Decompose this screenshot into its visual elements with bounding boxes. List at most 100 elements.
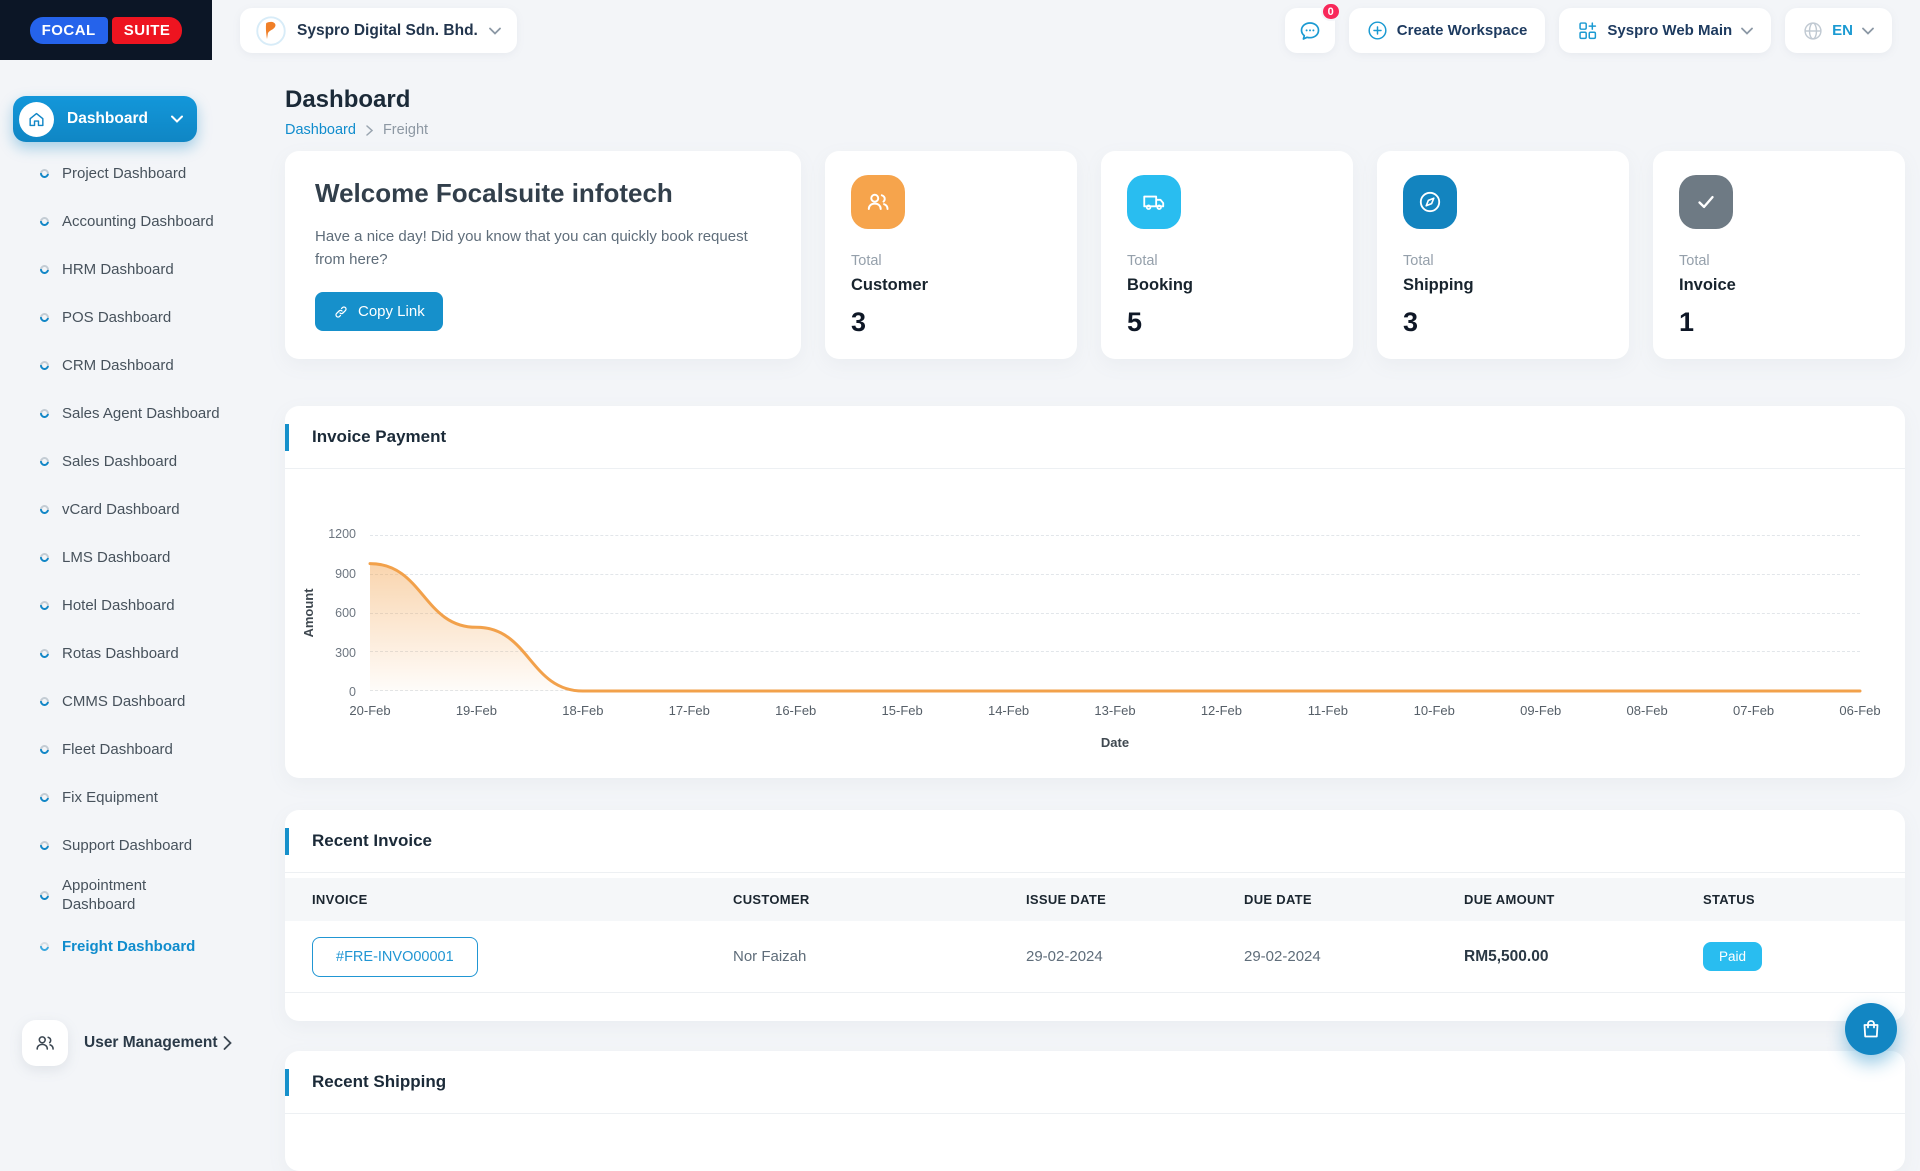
section-accent-bar bbox=[285, 424, 289, 451]
x-tick-label: 18-Feb bbox=[562, 703, 603, 718]
y-tick-label: 600 bbox=[335, 606, 356, 620]
breadcrumb: Dashboard Freight bbox=[285, 122, 1905, 138]
welcome-title: Welcome Focalsuite infotech bbox=[315, 178, 771, 209]
sidebar-item-hotel-dashboard[interactable]: Hotel Dashboard bbox=[0, 581, 258, 629]
recent-shipping-card: Recent Shipping bbox=[285, 1051, 1905, 1171]
breadcrumb-dashboard-link[interactable]: Dashboard bbox=[285, 122, 356, 138]
invoice-payment-card: Invoice Payment 12009006003000 Amount 20… bbox=[285, 406, 1905, 778]
sidebar-item-sales-agent-dashboard[interactable]: Sales Agent Dashboard bbox=[0, 389, 258, 437]
sidebar-item-appointment-dashboard[interactable]: Appointment Dashboard bbox=[0, 869, 258, 923]
main-content: Dashboard Dashboard Freight Welcome Foca… bbox=[285, 60, 1905, 1171]
shopping-bag-fab-button[interactable] bbox=[1845, 1003, 1897, 1055]
workspace-menu-label: Syspro Web Main bbox=[1607, 22, 1732, 39]
sidebar-item-label: Hotel Dashboard bbox=[62, 597, 175, 614]
stat-card-invoice: Total Invoice 1 bbox=[1653, 151, 1905, 359]
stat-prefix: Total bbox=[1679, 253, 1879, 269]
column-header-due-amount: DUE AMOUNT bbox=[1464, 892, 1703, 907]
language-label: EN bbox=[1832, 22, 1853, 39]
sidebar-item-label: CMMS Dashboard bbox=[62, 693, 185, 710]
sidebar-item-project-dashboard[interactable]: Project Dashboard bbox=[0, 149, 258, 197]
recent-invoice-card: Recent Invoice INVOICECUSTOMERISSUE DATE… bbox=[285, 810, 1905, 1021]
copy-link-button[interactable]: Copy Link bbox=[315, 292, 443, 331]
x-tick-label: 07-Feb bbox=[1733, 703, 1774, 718]
stat-value: 5 bbox=[1127, 307, 1327, 338]
workspace-menu-dropdown[interactable]: Syspro Web Main bbox=[1559, 8, 1771, 53]
sidebar-item-accounting-dashboard[interactable]: Accounting Dashboard bbox=[0, 197, 258, 245]
sidebar-item-lms-dashboard[interactable]: LMS Dashboard bbox=[0, 533, 258, 581]
sidebar-item-label: Fleet Dashboard bbox=[62, 741, 173, 758]
column-header-status: STATUS bbox=[1703, 892, 1905, 907]
sidebar-item-label: LMS Dashboard bbox=[62, 549, 170, 566]
x-tick-label: 19-Feb bbox=[456, 703, 497, 718]
sidebar-item-label: POS Dashboard bbox=[62, 309, 171, 326]
bullet-icon bbox=[38, 743, 51, 756]
bullet-icon bbox=[38, 940, 51, 953]
invoice-number-link[interactable]: #FRE-INVO00001 bbox=[312, 937, 478, 977]
bullet-icon bbox=[38, 647, 51, 660]
app-logo: FOCAL SUITE bbox=[0, 0, 212, 60]
x-tick-label: 15-Feb bbox=[882, 703, 923, 718]
sidebar-item-fleet-dashboard[interactable]: Fleet Dashboard bbox=[0, 725, 258, 773]
sidebar-item-label: HRM Dashboard bbox=[62, 261, 174, 278]
x-tick-label: 17-Feb bbox=[669, 703, 710, 718]
sidebar-item-support-dashboard[interactable]: Support Dashboard bbox=[0, 821, 258, 869]
chevron-down-icon bbox=[171, 115, 183, 123]
messages-count-badge: 0 bbox=[1321, 2, 1341, 21]
sidebar-item-crm-dashboard[interactable]: CRM Dashboard bbox=[0, 341, 258, 389]
stat-prefix: Total bbox=[1127, 253, 1327, 269]
sidebar-item-label: Rotas Dashboard bbox=[62, 645, 179, 662]
x-tick-label: 09-Feb bbox=[1520, 703, 1561, 718]
stat-label: Shipping bbox=[1403, 276, 1603, 295]
welcome-card: Welcome Focalsuite infotech Have a nice … bbox=[285, 151, 801, 359]
column-header-issue-date: ISSUE DATE bbox=[1026, 892, 1244, 907]
invoice-due-amount: RM5,500.00 bbox=[1464, 948, 1703, 966]
logo-suite: SUITE bbox=[112, 17, 183, 44]
sidebar-item-label: Accounting Dashboard bbox=[62, 213, 214, 230]
chevron-right-icon bbox=[223, 1036, 232, 1050]
column-header-invoice: INVOICE bbox=[312, 892, 733, 907]
sidebar-item-fix-equipment[interactable]: Fix Equipment bbox=[0, 773, 258, 821]
workspace-selector[interactable]: Syspro Digital Sdn. Bhd. bbox=[240, 8, 517, 53]
sidebar-item-freight-dashboard[interactable]: Freight Dashboard bbox=[0, 923, 258, 971]
messages-button[interactable]: 0 bbox=[1285, 8, 1335, 53]
x-tick-label: 13-Feb bbox=[1094, 703, 1135, 718]
users-icon bbox=[22, 1020, 68, 1066]
chevron-down-icon bbox=[489, 27, 501, 35]
section-accent-bar bbox=[285, 1069, 289, 1096]
chart-plot bbox=[370, 535, 1860, 691]
sidebar-item-user-management[interactable]: User Management bbox=[0, 1020, 240, 1066]
invoice-table-row: #FRE-INVO00001 Nor Faizah 29-02-2024 29-… bbox=[285, 921, 1905, 993]
invoice-due-date: 29-02-2024 bbox=[1244, 948, 1464, 965]
sidebar-item-label: Project Dashboard bbox=[62, 165, 186, 182]
sidebar-item-pos-dashboard[interactable]: POS Dashboard bbox=[0, 293, 258, 341]
sidebar-item-dashboard[interactable]: Dashboard bbox=[13, 96, 197, 142]
x-tick-label: 06-Feb bbox=[1839, 703, 1880, 718]
shopping-bag-icon bbox=[1859, 1017, 1883, 1041]
sidebar-item-rotas-dashboard[interactable]: Rotas Dashboard bbox=[0, 629, 258, 677]
chart-x-axis: 20-Feb19-Feb18-Feb17-Feb16-Feb15-Feb14-F… bbox=[370, 703, 1860, 721]
sidebar-item-sales-dashboard[interactable]: Sales Dashboard bbox=[0, 437, 258, 485]
users-icon bbox=[851, 175, 905, 229]
recent-invoice-title: Recent Invoice bbox=[312, 831, 432, 851]
sidebar: Dashboard Project Dashboard Accounting Da… bbox=[0, 60, 258, 1080]
sidebar-item-label: Appointment Dashboard bbox=[62, 869, 194, 923]
invoice-table-header: INVOICECUSTOMERISSUE DATEDUE DATEDUE AMO… bbox=[285, 878, 1905, 921]
x-tick-label: 16-Feb bbox=[775, 703, 816, 718]
section-accent-bar bbox=[285, 828, 289, 855]
bullet-icon bbox=[38, 839, 51, 852]
chat-icon bbox=[1298, 19, 1322, 43]
home-icon bbox=[19, 102, 54, 137]
sidebar-item-vcard-dashboard[interactable]: vCard Dashboard bbox=[0, 485, 258, 533]
x-tick-label: 20-Feb bbox=[349, 703, 390, 718]
bullet-icon bbox=[38, 791, 51, 804]
sidebar-item-hrm-dashboard[interactable]: HRM Dashboard bbox=[0, 245, 258, 293]
chevron-right-icon bbox=[366, 125, 373, 136]
sidebar-item-label: Freight Dashboard bbox=[62, 938, 195, 955]
sidebar-item-label: CRM Dashboard bbox=[62, 357, 174, 374]
create-workspace-button[interactable]: Create Workspace bbox=[1349, 8, 1546, 53]
chart-y-axis: 12009006003000 bbox=[312, 527, 356, 699]
sidebar-item-cmms-dashboard[interactable]: CMMS Dashboard bbox=[0, 677, 258, 725]
stat-card-customer: Total Customer 3 bbox=[825, 151, 1077, 359]
bullet-icon bbox=[38, 695, 51, 708]
language-dropdown[interactable]: EN bbox=[1785, 8, 1892, 53]
